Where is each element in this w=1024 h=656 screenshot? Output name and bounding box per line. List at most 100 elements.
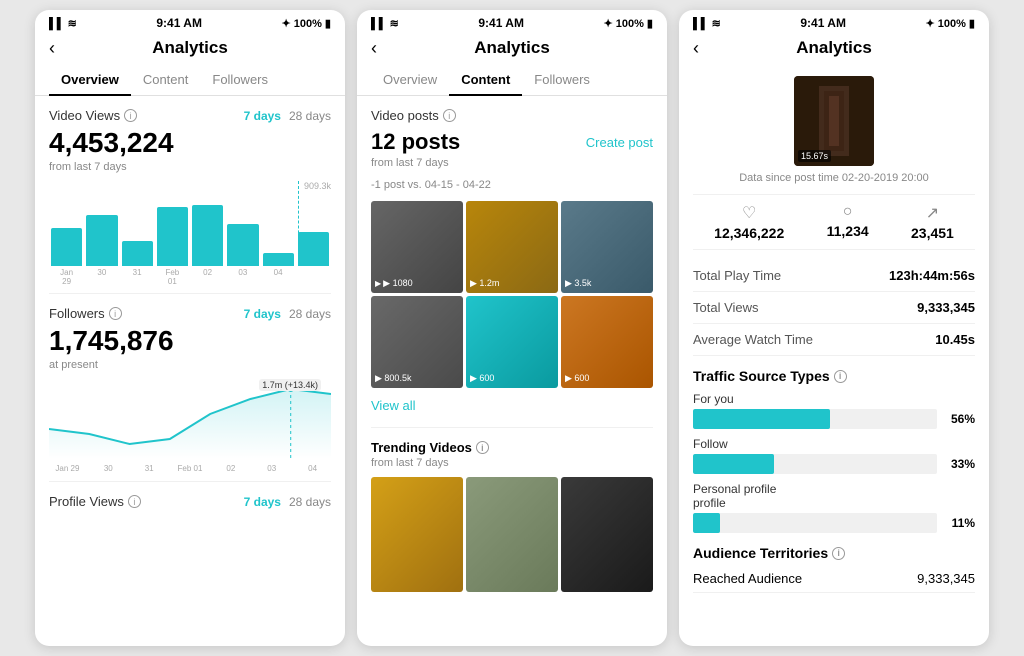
line-lbl-3: Feb 01 — [172, 464, 209, 473]
28days-btn-profile[interactable]: 28 days — [289, 495, 331, 509]
shares-count: 23,451 — [911, 225, 954, 241]
bar-lbl-3: Feb01 — [157, 268, 188, 286]
thumb-label-5: ▶ 600 — [470, 373, 494, 384]
profile-views-day-buttons: 7 days 28 days — [244, 495, 331, 509]
metric-value-1: 9,333,345 — [917, 300, 975, 315]
post-count: 12 posts — [371, 129, 460, 155]
metric-value-0: 123h:44m:56s — [889, 268, 975, 283]
tab-content-2[interactable]: Content — [449, 64, 522, 95]
metric-play-time: Total Play Time 123h:44m:56s — [693, 260, 975, 292]
audience-info-icon[interactable]: i — [832, 547, 845, 560]
tab-bar-2: Overview Content Followers — [357, 64, 667, 96]
trending-sub: from last 7 days — [371, 457, 653, 469]
back-button-3[interactable]: ‹ — [693, 38, 699, 59]
trend-thumb-3[interactable] — [561, 477, 653, 592]
share-icon: ↗ — [911, 203, 954, 223]
traffic-bar-bg-1 — [693, 454, 937, 474]
video-views-info-icon[interactable]: i — [124, 109, 137, 122]
create-post-button[interactable]: Create post — [586, 135, 653, 150]
play-icon-1: ▶ — [375, 279, 381, 288]
profile-views-header: Profile Views i 7 days 28 days — [49, 494, 331, 509]
line-lbl-2: 31 — [131, 464, 168, 473]
nav-bar-2: ‹ Analytics — [357, 34, 667, 64]
bar-5 — [227, 224, 258, 267]
nav-bar-1: ‹ Analytics — [35, 34, 345, 64]
video-thumb-4[interactable]: ▶ 800.5k — [371, 296, 463, 388]
panel-content-1: Video Views i 7 days 28 days 4,453,224 f… — [35, 96, 345, 646]
panel-content-2: Video posts i 12 posts Create post from … — [357, 96, 667, 646]
traffic-info-icon[interactable]: i — [834, 370, 847, 383]
data-since-label: Data since post time 02-20-2019 20:00 — [693, 172, 975, 184]
back-button-1[interactable]: ‹ — [49, 38, 55, 59]
divider-3 — [371, 427, 653, 428]
thumb-label-3: ▶ 3.5k — [565, 278, 591, 289]
audience-title: Audience Territories i — [693, 545, 975, 561]
tab-followers-2[interactable]: Followers — [522, 64, 602, 95]
bar-1 — [86, 215, 117, 266]
divider-2 — [49, 481, 331, 482]
bar-lbl-4: 02 — [192, 268, 223, 286]
bar-4 — [192, 205, 223, 266]
traffic-pct-1: 33% — [945, 457, 975, 471]
thumb-overlay-4: ▶ 800.5k — [375, 373, 411, 384]
followers-line-chart: 1.7m (+13.4k) Jan 29 30 31 Feb 01 — [49, 379, 331, 469]
28days-btn-views[interactable]: 28 days — [289, 109, 331, 123]
trending-info-icon[interactable]: i — [476, 441, 489, 454]
7days-btn-views[interactable]: 7 days — [244, 109, 281, 123]
time-display-3: 9:41 AM — [800, 16, 846, 30]
tab-followers-1[interactable]: Followers — [200, 64, 280, 95]
status-bar-1: ▌▌ ≋ 9:41 AM ✦ 100% ▮ — [35, 10, 345, 34]
post-header: 12 posts Create post — [371, 129, 653, 155]
line-lbl-0: Jan 29 — [49, 464, 86, 473]
line-lbl-4: 02 — [212, 464, 249, 473]
metric-value-2: 10.45s — [935, 332, 975, 347]
divider-1 — [49, 293, 331, 294]
audience-row-0: Reached Audience 9,333,345 — [693, 565, 975, 593]
video-thumb-3[interactable]: ▶ 3.5k — [561, 201, 653, 293]
video-thumb-2[interactable]: ▶ 1.2m — [466, 201, 558, 293]
view-all-button[interactable]: View all — [371, 398, 653, 413]
7days-btn-profile[interactable]: 7 days — [244, 495, 281, 509]
bar-lbl-7 — [298, 268, 329, 286]
traffic-label-0: For you — [693, 392, 975, 406]
trending-title: Trending Videos i — [371, 440, 653, 455]
thumb-overlay-1: ▶ ▶ 1080 — [375, 278, 413, 289]
tab-overview-1[interactable]: Overview — [49, 64, 131, 95]
7days-btn-followers[interactable]: 7 days — [244, 307, 281, 321]
bar-lbl-6: 04 — [263, 268, 294, 286]
panel-content-3: 15.67s Data since post time 02-20-2019 2… — [679, 64, 989, 646]
video-thumb-6[interactable]: ▶ 600 — [561, 296, 653, 388]
metric-label-2: Average Watch Time — [693, 332, 813, 347]
line-chart-labels: Jan 29 30 31 Feb 01 02 03 04 — [49, 464, 331, 473]
status-bar-2: ▌▌ ≋ 9:41 AM ✦ 100% ▮ — [357, 10, 667, 34]
video-posts-info-icon[interactable]: i — [443, 109, 456, 122]
traffic-personal: Personal profileprofile 11% — [693, 482, 975, 533]
traffic-bar-bg-2 — [693, 513, 937, 533]
featured-image-wrap: 15.67s — [693, 76, 975, 170]
line-lbl-6: 04 — [294, 464, 331, 473]
metric-label-1: Total Views — [693, 300, 759, 315]
traffic-label-2: Personal profileprofile — [693, 482, 975, 510]
trend-thumb-1[interactable] — [371, 477, 463, 592]
post-sub-line2: -1 post vs. 04-15 - 04-22 — [371, 179, 653, 191]
28days-btn-followers[interactable]: 28 days — [289, 307, 331, 321]
time-badge: 15.67s — [798, 150, 831, 162]
followers-info-icon[interactable]: i — [109, 307, 122, 320]
back-button-2[interactable]: ‹ — [371, 38, 377, 59]
traffic-title: Traffic Source Types i — [693, 368, 975, 384]
comments-count: 11,234 — [827, 223, 869, 239]
video-thumb-5[interactable]: ▶ 600 — [466, 296, 558, 388]
bar-chart-area — [49, 181, 331, 266]
profile-views-info-icon[interactable]: i — [128, 495, 141, 508]
video-views-number: 4,453,224 — [49, 127, 331, 159]
bar-label-row: Jan29 30 31 Feb01 02 03 04 — [49, 266, 331, 286]
tab-overview-2[interactable]: Overview — [371, 64, 449, 95]
stat-comments: ○ 11,234 — [827, 203, 869, 241]
metric-avg-watch: Average Watch Time 10.45s — [693, 324, 975, 356]
likes-count: 12,346,222 — [714, 225, 784, 241]
video-thumb-1[interactable]: ▶ ▶ 1080 — [371, 201, 463, 293]
trend-thumb-2[interactable] — [466, 477, 558, 592]
trending-grid — [371, 477, 653, 592]
panel-overview: ▌▌ ≋ 9:41 AM ✦ 100% ▮ ‹ Analytics Overvi… — [35, 10, 345, 646]
tab-content-1[interactable]: Content — [131, 64, 201, 95]
